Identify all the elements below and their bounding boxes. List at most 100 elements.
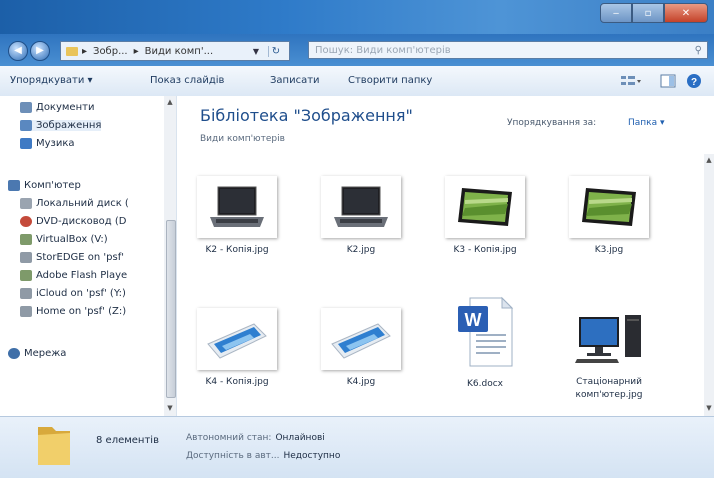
desktop-computer-thumbnail (569, 308, 649, 370)
nav-item-label: Мережа (24, 348, 67, 359)
organize-button[interactable]: Упорядкувати ▾ (10, 75, 93, 86)
file-item[interactable]: K4.jpg (313, 308, 409, 389)
file-name: K4 - Копія.jpg (205, 377, 269, 387)
details-pane: 8 елементів Автономний стан: Онлайнові До… (0, 416, 714, 478)
search-placeholder: Пошук: Види комп'ютерів (315, 44, 451, 56)
content-scrollbar[interactable]: ▲ ▼ (704, 154, 714, 416)
nav-item-label: StorEDGE on 'psf' (36, 252, 124, 263)
nav-item-storedge[interactable]: StorEDGE on 'psf' (20, 252, 124, 263)
offline-status: Автономний стан: Онлайнові (186, 433, 325, 443)
help-icon[interactable]: ? (686, 73, 702, 88)
file-name: K3.jpg (594, 245, 624, 255)
nav-item-label: DVD-дисковод (D (36, 216, 127, 227)
address-separator: ▸ (133, 45, 139, 57)
laptop-thumbnail (321, 176, 401, 238)
tablet-thumbnail (445, 176, 525, 238)
nav-item-documents[interactable]: Документи (20, 102, 94, 113)
file-item[interactable]: Стаціонарний комп'ютер.jpg (561, 308, 657, 402)
preview-pane-icon[interactable] (660, 73, 676, 88)
nav-item-computer[interactable]: Комп'ютер (8, 180, 81, 191)
scroll-up-icon[interactable]: ▲ (164, 98, 176, 106)
arrange-by-dropdown[interactable]: Папка ▾ (628, 118, 665, 128)
close-button[interactable]: ✕ (664, 3, 708, 23)
availability-value: Недоступно (283, 451, 341, 461)
nav-item-virtualbox[interactable]: VirtualBox (V:) (20, 234, 108, 245)
file-list: Бібліотека "Зображення" Види комп'ютерів… (177, 96, 714, 416)
file-name: K2 - Копія.jpg (205, 245, 269, 255)
nav-item-label: Home on 'psf' (Z:) (36, 306, 127, 317)
offline-status-label: Автономний стан: (186, 433, 272, 443)
pictures-icon (20, 120, 32, 131)
nav-item-label: Локальний диск ( (36, 198, 129, 209)
address-separator: ▸ (82, 45, 88, 57)
offline-status-value: Онлайнові (275, 433, 325, 443)
network-share-icon (20, 306, 32, 317)
phone-thumbnail (197, 308, 277, 370)
file-item[interactable]: W K6.docx (437, 292, 533, 391)
network-share-icon (20, 288, 32, 299)
address-row: ◀ ▶ ▸ Зобр... ▸ Види комп'... ▼ ↻ Пошук:… (0, 34, 714, 66)
nav-item-label: iCloud on 'psf' (Y:) (36, 288, 126, 299)
nav-item-dvd[interactable]: DVD-дисковод (D (20, 216, 126, 227)
scroll-down-icon[interactable]: ▼ (704, 404, 714, 412)
command-bar: Упорядкувати ▾ Показ слайдів Записати Ст… (0, 66, 714, 97)
nav-item-label: Комп'ютер (24, 180, 81, 191)
arrange-by-label: Упорядкування за: (507, 118, 597, 128)
folder-icon (34, 423, 74, 469)
nav-item-adobe-flash[interactable]: Adobe Flash Playe (20, 270, 127, 281)
nav-item-icloud[interactable]: iCloud on 'psf' (Y:) (20, 288, 126, 299)
file-name: K4.jpg (346, 377, 376, 387)
breadcrumb-pictures[interactable]: Зобр... (93, 46, 128, 57)
nav-item-music[interactable]: Музика (20, 138, 75, 149)
search-input[interactable]: Пошук: Види комп'ютерів ⚲ (308, 41, 708, 59)
network-share-icon (20, 252, 32, 263)
nav-item-label: VirtualBox (V:) (36, 234, 108, 245)
forward-button[interactable]: ▶ (30, 41, 50, 61)
back-button[interactable]: ◀ (8, 41, 28, 61)
file-item[interactable]: K2.jpg (313, 176, 409, 257)
file-item[interactable]: K3 - Копія.jpg (437, 176, 533, 257)
svg-text:?: ? (691, 77, 697, 88)
scroll-down-icon[interactable]: ▼ (164, 404, 176, 412)
new-folder-button[interactable]: Створити папку (348, 75, 432, 86)
scroll-up-icon[interactable]: ▲ (704, 156, 714, 164)
breadcrumb-computer-types[interactable]: Види комп'... (145, 46, 213, 57)
folder-icon (66, 46, 78, 56)
word-document-icon: W (445, 292, 525, 372)
nav-item-local-disk[interactable]: Локальний диск ( (20, 198, 129, 209)
availability-label: Доступність в авт... (186, 451, 280, 461)
address-dropdown-icon[interactable]: ▼ (250, 47, 262, 56)
library-subtitle: Види комп'ютерів (200, 134, 285, 144)
explorer-window: ‒ ▫ ✕ ◀ ▶ ▸ Зобр... ▸ Види комп'... ▼ ↻ … (0, 0, 714, 478)
file-item[interactable]: K4 - Копія.jpg (189, 308, 285, 389)
nav-scrollbar[interactable]: ▲ ▼ (164, 96, 176, 416)
file-item[interactable]: K3.jpg (561, 176, 657, 257)
file-name: K2.jpg (346, 245, 376, 255)
address-bar[interactable]: ▸ Зобр... ▸ Види комп'... ▼ ↻ (60, 41, 290, 61)
nav-item-label: Документи (36, 102, 95, 113)
refresh-icon[interactable]: ↻ (268, 45, 283, 57)
item-count: 8 елементів (96, 435, 159, 446)
nav-item-pictures[interactable]: Зображення (20, 120, 102, 131)
burn-button[interactable]: Записати (270, 75, 320, 86)
file-item[interactable]: K2 - Копія.jpg (189, 176, 285, 257)
phone-thumbnail (321, 308, 401, 370)
maximize-button[interactable]: ▫ (632, 3, 664, 23)
nav-scrollbar-thumb[interactable] (166, 220, 176, 398)
nav-item-home[interactable]: Home on 'psf' (Z:) (20, 306, 126, 317)
minimize-button[interactable]: ‒ (600, 3, 632, 23)
navigation-pane: Документи Зображення Музика Комп'ютер Ло… (0, 96, 177, 416)
view-options-icon[interactable] (620, 73, 641, 87)
local-disk-icon (20, 198, 32, 209)
svg-text:W: W (465, 310, 482, 330)
computer-icon (8, 180, 20, 191)
network-drive-icon (20, 234, 32, 245)
nav-item-label: Adobe Flash Playe (36, 270, 128, 281)
slideshow-button[interactable]: Показ слайдів (150, 75, 224, 86)
window-controls: ‒ ▫ ✕ (600, 3, 708, 23)
music-icon (20, 138, 32, 149)
tablet-thumbnail (569, 176, 649, 238)
nav-item-network[interactable]: Мережа (8, 348, 66, 359)
file-name: K3 - Копія.jpg (453, 245, 517, 255)
search-icon: ⚲ (694, 44, 702, 56)
